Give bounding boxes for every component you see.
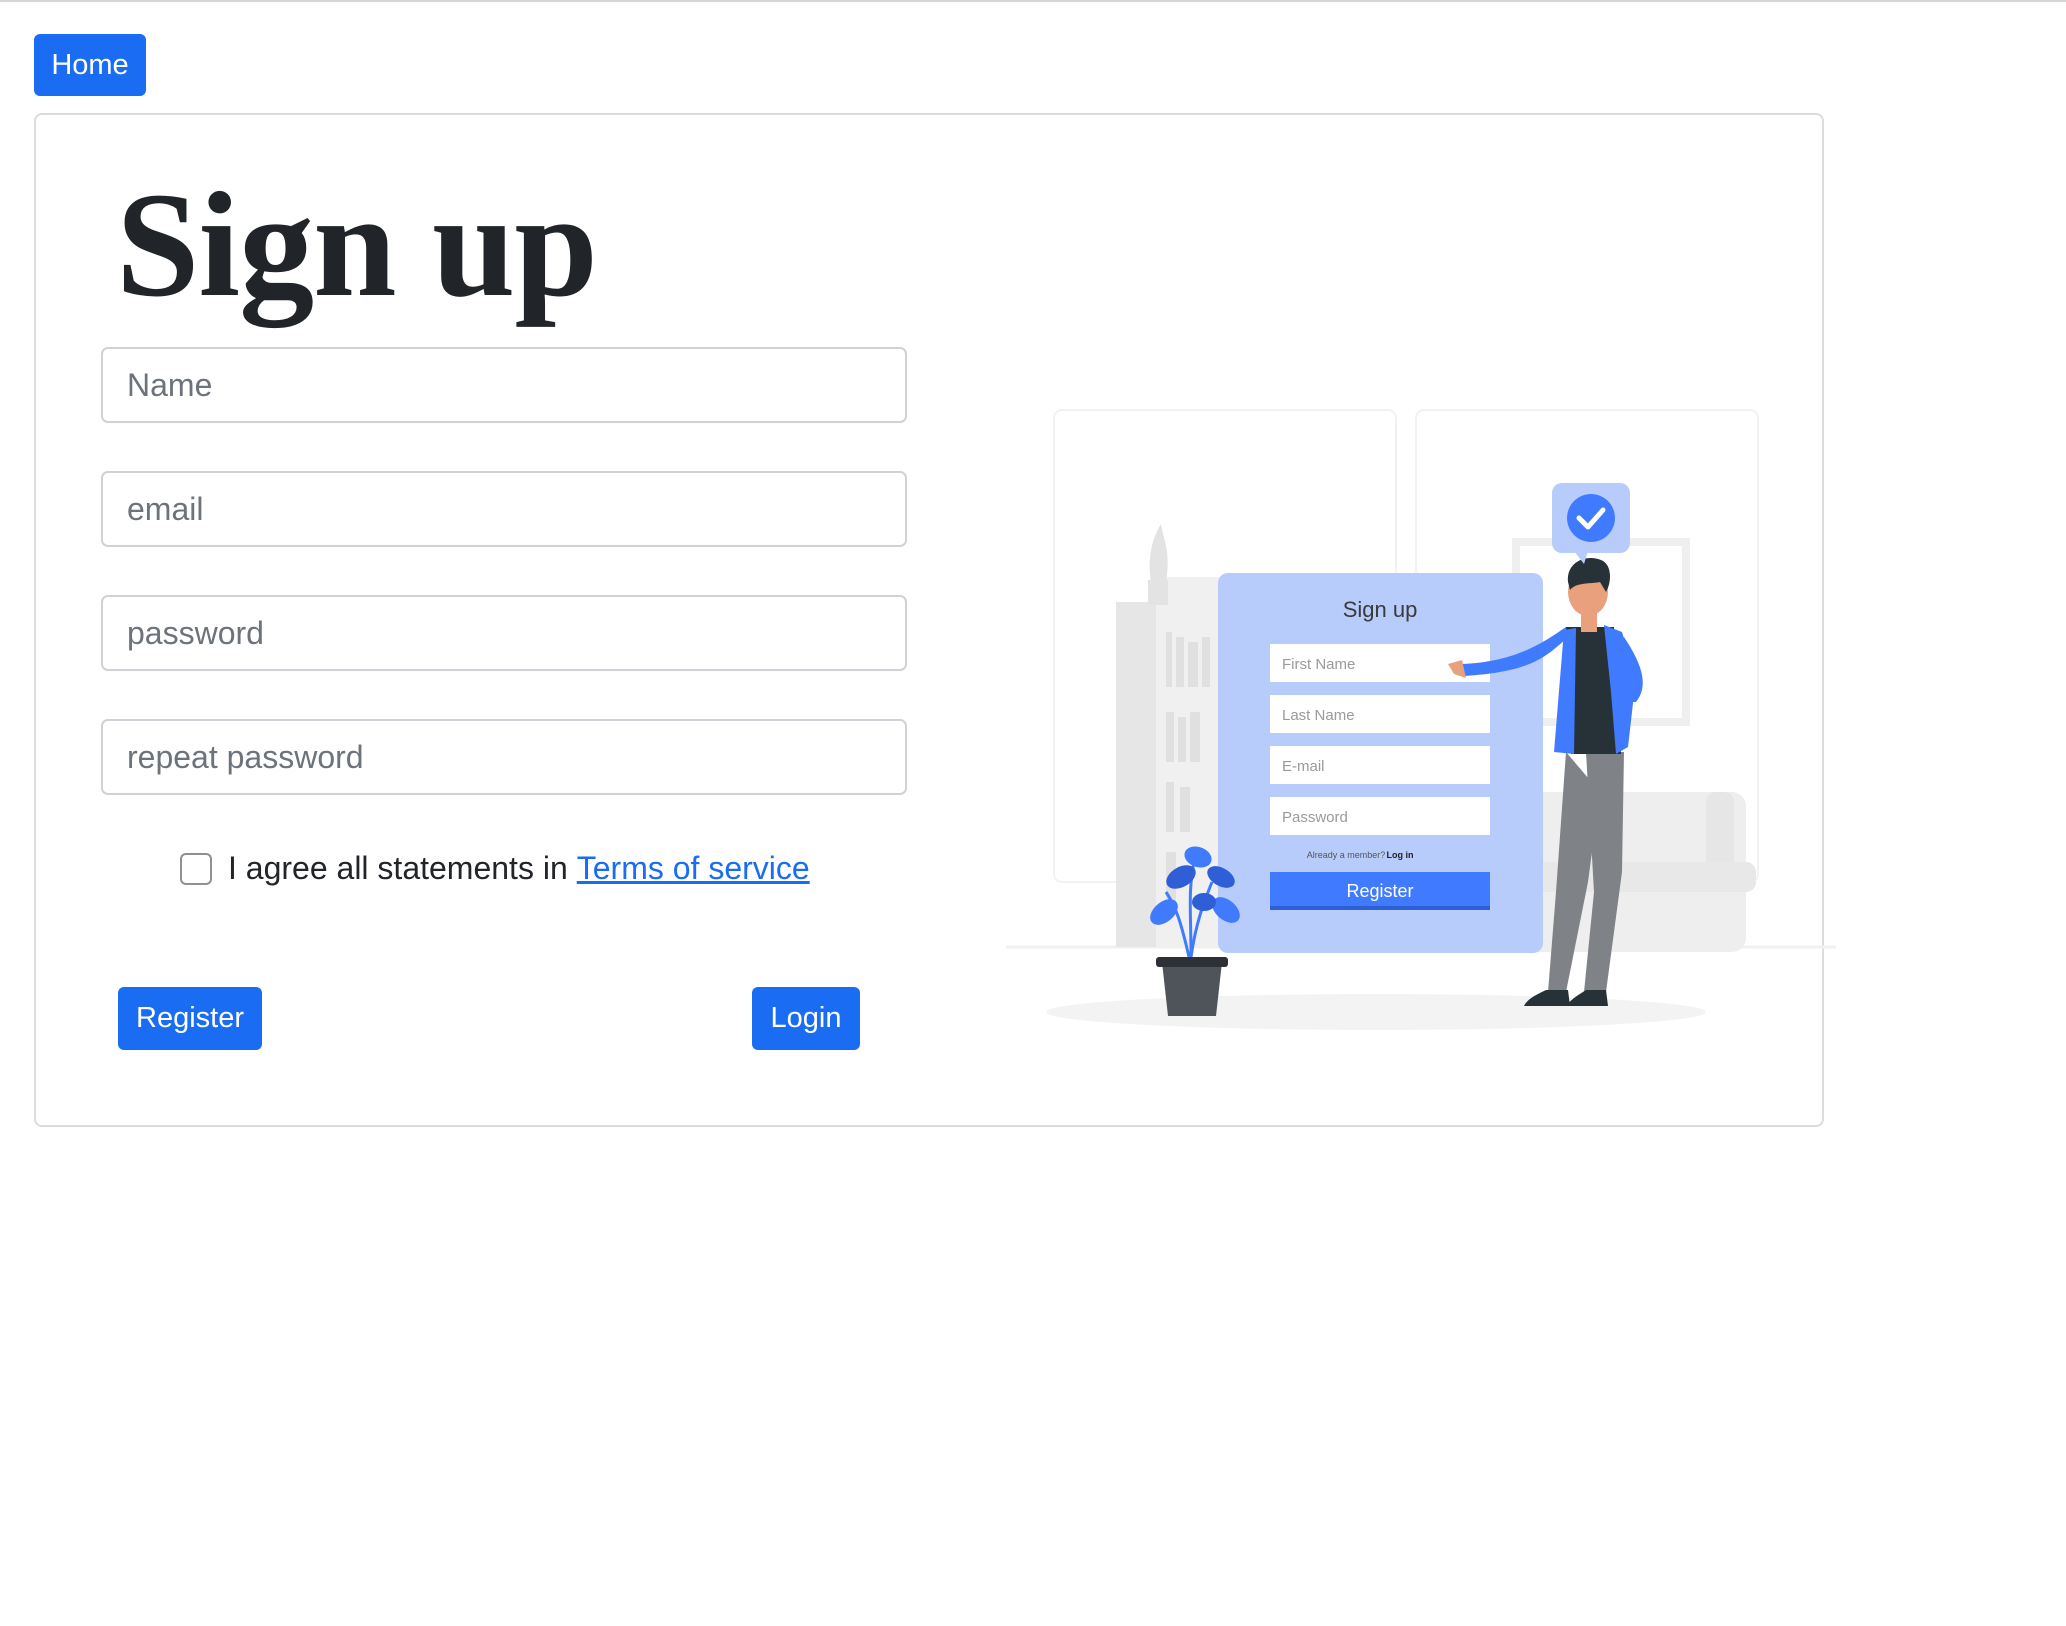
- agree-checkbox[interactable]: [180, 852, 212, 885]
- terms-of-service-link[interactable]: Terms of service: [577, 850, 810, 887]
- signup-card: Sign up I agree all statements in Terms …: [34, 113, 1836, 1127]
- agree-label: I agree all statements in: [228, 850, 568, 886]
- name-input[interactable]: [101, 347, 907, 423]
- register-button[interactable]: Register: [118, 987, 262, 1050]
- illustration-register-button: Register: [1346, 881, 1413, 901]
- top-border: [0, 0, 2066, 2]
- home-button[interactable]: Home: [34, 34, 146, 96]
- password-input[interactable]: [101, 595, 907, 671]
- signup-illustration: Sign up First Name Last Name E-mail Pass…: [1006, 409, 1836, 1030]
- email-input[interactable]: [101, 471, 907, 547]
- illustration-card-title: Sign up: [1343, 597, 1418, 622]
- illustration-last-name: Last Name: [1282, 707, 1355, 724]
- illustration-password: Password: [1282, 809, 1348, 826]
- repeat-password-input[interactable]: [101, 719, 907, 795]
- illustration-member-text: Already a member?: [1307, 850, 1386, 860]
- illustration-email: E-mail: [1282, 758, 1325, 775]
- terms-agreement: I agree all statements in Terms of servi…: [180, 850, 810, 887]
- check-badge-icon: [1552, 483, 1630, 564]
- page-title: Sign up: [116, 162, 598, 328]
- login-button[interactable]: Login: [752, 987, 860, 1050]
- illustration-login-text: Log in: [1387, 850, 1414, 860]
- illustration-first-name: First Name: [1282, 656, 1355, 673]
- illustration-signup-card: Sign up First Name Last Name E-mail Pass…: [1218, 573, 1543, 953]
